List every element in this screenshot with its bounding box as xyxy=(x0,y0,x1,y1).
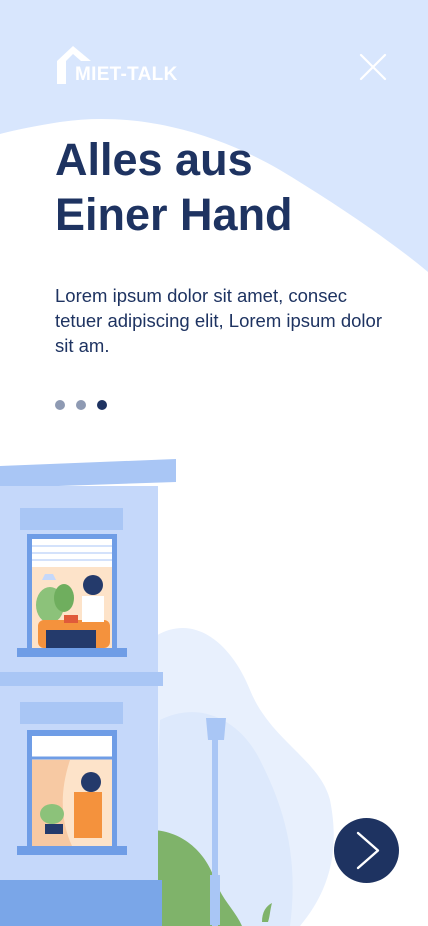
chevron-right-icon xyxy=(356,831,380,870)
close-icon xyxy=(359,53,387,81)
next-button[interactable] xyxy=(334,818,399,883)
description-text: Lorem ipsum dolor sit amet, consec tetue… xyxy=(55,285,382,356)
pagination-dots xyxy=(55,400,107,410)
app-logo: MIET-TALK xyxy=(55,44,205,86)
title-line-1: Alles aus xyxy=(55,134,253,185)
pagination-dot-2[interactable] xyxy=(76,400,86,410)
logo-text: MIET-TALK xyxy=(75,64,178,85)
pagination-dot-3[interactable] xyxy=(97,400,107,410)
close-button[interactable] xyxy=(356,51,390,85)
page-title: Alles aus Einer Hand xyxy=(55,132,395,242)
title-line-2: Einer Hand xyxy=(55,189,293,240)
pagination-dot-1[interactable] xyxy=(55,400,65,410)
